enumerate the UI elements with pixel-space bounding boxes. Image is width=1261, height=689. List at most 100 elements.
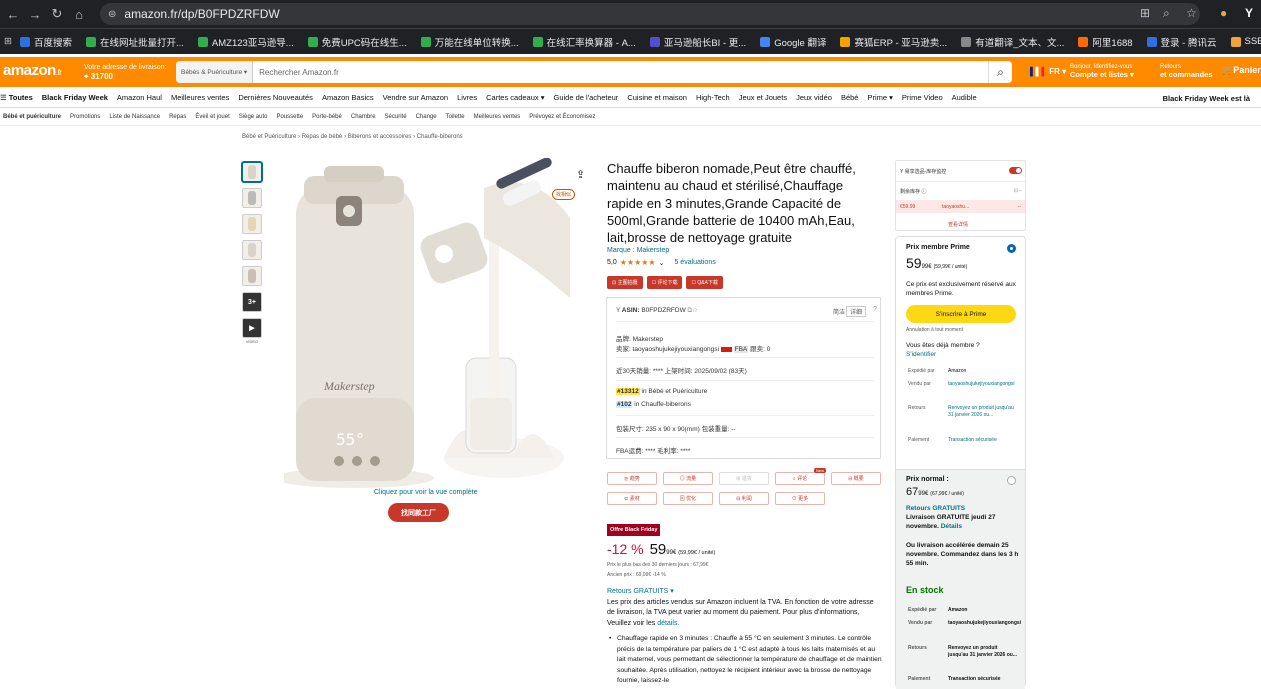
thumbnail[interactable] bbox=[242, 214, 262, 234]
plugin-tab[interactable]: ⊵ 趋势 bbox=[607, 472, 657, 485]
nav-promo[interactable]: Black Friday Week est là bbox=[1163, 94, 1250, 103]
nav-item[interactable]: Audible bbox=[952, 93, 977, 102]
plugin-tab[interactable]: ⊏ 素材 bbox=[607, 492, 657, 505]
plugin-tool-button[interactable]: ☐ Q&A下载 bbox=[686, 276, 722, 289]
plugin-tab[interactable]: ⊟ 概要 bbox=[831, 472, 881, 485]
nav-item[interactable]: Black Friday Week bbox=[42, 93, 108, 102]
subnav-item[interactable]: Porte-bébé bbox=[312, 114, 342, 120]
subnav-item[interactable]: Liste de Naissance bbox=[109, 114, 160, 120]
nav-item[interactable]: Meilleures ventes bbox=[171, 93, 229, 102]
mode-detail[interactable]: 详细 bbox=[846, 306, 866, 317]
all-menu-button[interactable]: Toutes bbox=[9, 93, 33, 102]
secure-transaction-link-2[interactable]: Transaction sécurisée bbox=[948, 676, 1018, 683]
bookmark-item[interactable]: SSEU bbox=[1231, 36, 1261, 47]
nav-item[interactable]: Cartes cadeaux ▾ bbox=[486, 93, 544, 102]
thumbnail[interactable] bbox=[242, 266, 262, 286]
join-prime-button[interactable]: S'inscrire à Prime bbox=[906, 305, 1016, 323]
search-category-select[interactable]: Bébés & Puériculture ▾ bbox=[176, 61, 253, 83]
nav-item[interactable]: Jeux et Jouets bbox=[739, 93, 787, 102]
nav-item[interactable]: Prime Video bbox=[902, 93, 943, 102]
nav-item[interactable]: Bébé bbox=[841, 93, 859, 102]
plugin-tab[interactable]: ⌕ 评论 bbox=[775, 472, 825, 485]
full-view-link[interactable]: Cliquez pour voir la vue complète bbox=[374, 489, 478, 496]
apps-icon[interactable]: ⊞ bbox=[4, 36, 12, 47]
search-icon[interactable]: ⌕ bbox=[988, 61, 1012, 83]
category-home-link[interactable]: Bébé et puériculture bbox=[3, 114, 61, 120]
subnav-item[interactable]: Meilleures ventes bbox=[474, 114, 521, 120]
rank-row-2[interactable]: #102 in Chauffe-biberons bbox=[616, 401, 691, 408]
url-text[interactable]: amazon.fr/dp/B0FPDZRFDW bbox=[124, 7, 279, 21]
subnav-item[interactable]: Poussette bbox=[276, 114, 303, 120]
free-returns-link[interactable]: Retours GRATUITS ▾ bbox=[607, 587, 674, 595]
prime-price-radio[interactable] bbox=[1007, 244, 1016, 253]
bookmark-item[interactable]: 在线网址批量打开... bbox=[86, 35, 184, 49]
subnav-item[interactable]: Siège auto bbox=[239, 114, 268, 120]
plugin-tab[interactable]: ⊟ 利润 bbox=[719, 492, 769, 505]
bookmark-item[interactable]: 免费UPC码在线生... bbox=[308, 35, 407, 49]
subnav-item[interactable]: Toilette bbox=[446, 114, 465, 120]
subnav-item[interactable]: Éveil et jouet bbox=[195, 114, 229, 120]
thumbnail[interactable] bbox=[242, 188, 262, 208]
subnav-item[interactable]: Change bbox=[416, 114, 437, 120]
normal-free-returns[interactable]: Retours GRATUITS bbox=[906, 504, 1021, 513]
menu-icon[interactable]: ⊟ – bbox=[1014, 188, 1022, 194]
nav-item[interactable]: High-Tech bbox=[696, 93, 730, 102]
nav-item[interactable]: Dernières Nouveautés bbox=[238, 93, 313, 102]
delivery-location[interactable]: Votre adresse de livraison:⌖ 31700 bbox=[84, 63, 167, 82]
find-factory-button[interactable]: 找同款工厂 bbox=[388, 503, 449, 522]
thumbnail[interactable] bbox=[242, 162, 262, 182]
subnav-item[interactable]: Promotions bbox=[70, 114, 100, 120]
reviews-link[interactable]: 5 évaluations bbox=[674, 259, 715, 266]
address-bar[interactable]: ⊜ amazon.fr/dp/B0FPDZRFDW bbox=[100, 3, 1200, 25]
forward-icon[interactable]: → bbox=[26, 7, 44, 22]
bookmark-item[interactable]: 万能在线单位转换... bbox=[421, 35, 519, 49]
subnav-item[interactable]: Repas bbox=[169, 114, 186, 120]
profile-icon[interactable]: Y bbox=[1245, 6, 1253, 20]
bookmark-item[interactable]: Google 翻译 bbox=[760, 35, 826, 49]
hamburger-icon[interactable]: ☰ bbox=[0, 93, 7, 102]
subnav-item[interactable]: Sécurité bbox=[385, 114, 407, 120]
vat-details-link[interactable]: détails. bbox=[657, 620, 679, 627]
plugin-tool-button[interactable]: ☐ 评论下载 bbox=[647, 276, 683, 289]
bookmark-item[interactable]: 登录 - 腾讯云 bbox=[1147, 35, 1217, 49]
back-icon[interactable]: ← bbox=[4, 7, 22, 22]
bookmark-item[interactable]: 有道翻译_文本、文... bbox=[961, 35, 1064, 49]
subnav-item[interactable]: Prévoyez et Économisez bbox=[529, 114, 595, 120]
normal-price-radio[interactable] bbox=[1007, 476, 1016, 485]
reload-icon[interactable]: ↻ bbox=[48, 6, 66, 22]
plugin-tool-button[interactable]: ⊡ 主图拍摄 bbox=[607, 276, 643, 289]
thumbnail[interactable] bbox=[242, 240, 262, 260]
signin-link[interactable]: S'identifier bbox=[906, 350, 1021, 359]
delivery-details-link[interactable]: Détails bbox=[941, 523, 962, 530]
search-input[interactable]: Rechercher Amazon.fr bbox=[253, 68, 988, 77]
bookmark-item[interactable]: 阿里1688 bbox=[1078, 35, 1132, 49]
returns-policy-link[interactable]: Renvoyez un produit jusqu'au 31 janvier … bbox=[948, 405, 1018, 418]
site-info-icon[interactable]: ⊜ bbox=[108, 9, 116, 20]
plugin-tab[interactable]: ◎ 流量 bbox=[663, 472, 713, 485]
find-similar-button[interactable]: 找相似 bbox=[552, 189, 575, 200]
seller-link[interactable]: taoyaoshujukejiyouxiangongsi bbox=[948, 381, 1018, 388]
nav-item[interactable]: Amazon Haul bbox=[117, 93, 162, 102]
nav-item[interactable]: Cuisine et maison bbox=[627, 93, 687, 102]
nav-item[interactable]: Livres bbox=[457, 93, 477, 102]
translate-icon[interactable]: ⊞ bbox=[1140, 6, 1150, 20]
nav-item[interactable]: Vendre sur Amazon bbox=[383, 93, 448, 102]
bookmark-item[interactable]: 在线汇率换算器 - A... bbox=[533, 35, 636, 49]
rank-row-1[interactable]: #13312 in Bébé et Puériculture bbox=[616, 388, 707, 395]
star-icon[interactable]: ★★★★★ bbox=[620, 258, 656, 267]
bookmark-item[interactable]: 亚马逊船长BI - 更... bbox=[650, 35, 746, 49]
subnav-item[interactable]: Chambre bbox=[351, 114, 376, 120]
language-selector[interactable]: ▌▌▌ FR ▾ bbox=[1030, 67, 1066, 76]
amazon-logo[interactable]: amazon.fr bbox=[3, 62, 61, 79]
share-icon[interactable]: ⇪ bbox=[576, 168, 585, 181]
brand-link[interactable]: Marque : Makerstep bbox=[607, 247, 669, 254]
nav-item[interactable]: Prime ▾ bbox=[867, 93, 892, 102]
asin-value[interactable]: B0FPDZRFDW bbox=[641, 307, 685, 314]
video-play-icon[interactable]: ▶ bbox=[242, 318, 262, 338]
plugin-tab[interactable]: ⊙ 更多 bbox=[775, 492, 825, 505]
returns-policy-link-2[interactable]: Renvoyez un produit jusqu'au 31 janvier … bbox=[948, 645, 1018, 658]
bookmark-item[interactable]: AMZ123亚马逊导... bbox=[198, 35, 294, 49]
bookmark-item[interactable]: 百度搜索 bbox=[20, 35, 72, 49]
zoom-icon[interactable]: ⌕ bbox=[1163, 6, 1170, 21]
home-icon[interactable]: ⌂ bbox=[70, 7, 88, 22]
